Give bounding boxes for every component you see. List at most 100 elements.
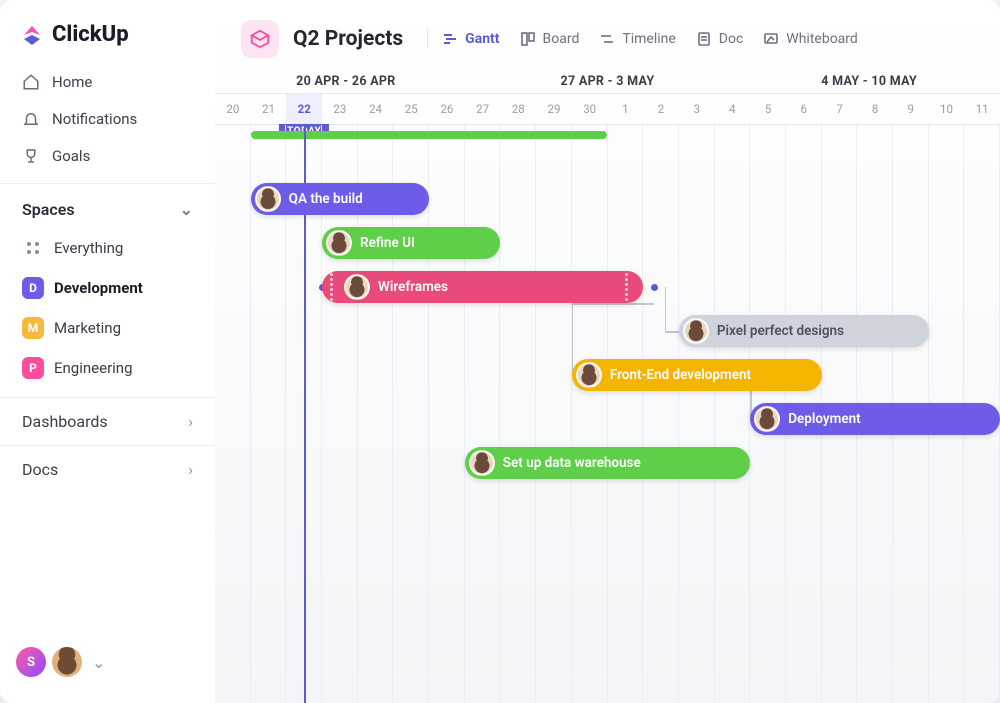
view-board[interactable]: Board <box>520 31 580 47</box>
chevron-right-icon: › <box>188 460 193 479</box>
drag-handle-icon[interactable] <box>621 273 631 301</box>
dependency-line <box>572 303 574 375</box>
day-cell[interactable]: 26 <box>429 94 465 124</box>
view-label: Whiteboard <box>786 31 858 47</box>
task-bar[interactable]: Front-End development <box>572 359 822 391</box>
task-bar[interactable]: Set up data warehouse <box>465 447 750 479</box>
brand-name: ClickUp <box>52 22 129 47</box>
spaces-list: Everything D Development M Marketing P E… <box>0 229 215 397</box>
view-label: Timeline <box>622 31 675 47</box>
task-label: Set up data warehouse <box>503 455 641 471</box>
range-label: 4 MAY - 10 MAY <box>738 74 1000 89</box>
day-cell[interactable]: 8 <box>857 94 893 124</box>
sidebar-section-label: Docs <box>22 460 58 479</box>
day-cell[interactable]: 3 <box>679 94 715 124</box>
divider <box>427 29 428 49</box>
day-cell[interactable]: 10 <box>929 94 965 124</box>
assignee-avatar <box>326 230 352 256</box>
chevron-down-icon[interactable]: ⌄ <box>92 653 105 672</box>
nav-label: Notifications <box>52 110 137 128</box>
space-engineering[interactable]: P Engineering <box>10 349 205 387</box>
drag-handle-icon[interactable] <box>326 273 336 301</box>
view-gantt[interactable]: Gantt <box>442 31 499 47</box>
assignee-avatar <box>469 450 495 476</box>
home-icon <box>22 73 40 91</box>
view-whiteboard[interactable]: Whiteboard <box>763 31 858 47</box>
nav-notifications[interactable]: Notifications <box>10 102 205 136</box>
task-label: Refine UI <box>360 235 415 251</box>
whiteboard-icon <box>763 31 779 47</box>
day-cell[interactable]: 6 <box>786 94 822 124</box>
day-cell[interactable]: 5 <box>750 94 786 124</box>
space-label: Engineering <box>54 359 133 377</box>
space-development[interactable]: D Development <box>10 269 205 307</box>
space-marketing[interactable]: M Marketing <box>10 309 205 347</box>
space-label: Development <box>54 279 143 297</box>
chevron-right-icon: › <box>188 412 193 431</box>
dependency-line <box>665 331 679 333</box>
day-cell[interactable]: 20 <box>215 94 251 124</box>
day-cell[interactable]: 7 <box>822 94 858 124</box>
spaces-header[interactable]: Spaces ⌄ <box>0 183 215 229</box>
day-cell[interactable]: 9 <box>893 94 929 124</box>
assignee-avatar <box>344 274 370 300</box>
task-bar[interactable]: Deployment <box>750 403 1000 435</box>
sidebar: ClickUp Home Notifications Goals Spaces … <box>0 0 215 703</box>
task-label: Wireframes <box>378 279 448 295</box>
range-label: 27 APR - 3 MAY <box>477 74 739 89</box>
space-everything[interactable]: Everything <box>10 229 205 267</box>
spaces-header-label: Spaces <box>22 200 75 219</box>
nav-list: Home Notifications Goals <box>0 65 215 173</box>
gantt-area[interactable]: QA the build Refine UI Wireframes Pixel per… <box>215 125 1000 703</box>
day-cell[interactable]: 1 <box>608 94 644 124</box>
sidebar-footer: S ⌄ <box>0 635 215 689</box>
sidebar-dashboards[interactable]: Dashboards › <box>0 397 215 445</box>
day-cell[interactable]: 11 <box>964 94 1000 124</box>
bell-icon <box>22 110 40 128</box>
task-bar[interactable]: Wireframes <box>322 271 643 303</box>
day-cell[interactable]: 22TODAY <box>286 94 322 124</box>
day-cell[interactable]: 29 <box>536 94 572 124</box>
nav-home[interactable]: Home <box>10 65 205 99</box>
calendar-header: 20 APR - 26 APR 27 APR - 3 MAY 4 MAY - 1… <box>215 68 1000 125</box>
day-cell[interactable]: 25 <box>393 94 429 124</box>
day-cell[interactable]: 2 <box>643 94 679 124</box>
project-icon <box>241 20 279 58</box>
brand: ClickUp <box>0 18 215 65</box>
project-title: Q2 Projects <box>293 27 403 51</box>
task-bar[interactable]: QA the build <box>251 183 429 215</box>
assignee-avatar <box>255 186 281 212</box>
app-shell: ClickUp Home Notifications Goals Spaces … <box>0 0 1000 703</box>
task-bar[interactable]: Refine UI <box>322 227 500 259</box>
doc-icon <box>696 31 712 47</box>
dependency-line <box>665 287 667 331</box>
topbar: Q2 Projects Gantt Board Timeline Doc <box>215 0 1000 68</box>
day-cell[interactable]: 4 <box>715 94 751 124</box>
day-cell[interactable]: 23 <box>322 94 358 124</box>
grid-dots-icon <box>22 237 44 259</box>
nav-goals[interactable]: Goals <box>10 139 205 173</box>
main-area: Q2 Projects Gantt Board Timeline Doc <box>215 0 1000 703</box>
assignee-avatar <box>754 406 780 432</box>
user-avatar-photo[interactable] <box>52 647 82 677</box>
range-label: 20 APR - 26 APR <box>215 74 477 89</box>
sidebar-docs[interactable]: Docs › <box>0 445 215 493</box>
day-cell[interactable]: 28 <box>500 94 536 124</box>
clickup-logo-icon <box>20 23 44 47</box>
day-cell[interactable]: 27 <box>465 94 501 124</box>
task-label: QA the build <box>289 191 363 207</box>
nav-label: Goals <box>52 147 90 165</box>
assignee-avatar <box>683 318 709 344</box>
user-avatar-initial[interactable]: S <box>16 647 46 677</box>
view-timeline[interactable]: Timeline <box>599 31 675 47</box>
day-cell[interactable]: 30 <box>572 94 608 124</box>
day-cell[interactable]: 21 <box>251 94 287 124</box>
space-label: Everything <box>54 239 123 257</box>
board-icon <box>520 31 536 47</box>
space-badge: P <box>22 357 44 379</box>
view-doc[interactable]: Doc <box>696 31 744 47</box>
view-label: Gantt <box>465 31 499 47</box>
task-bar[interactable]: Pixel perfect designs <box>679 315 929 347</box>
day-cell[interactable]: 24 <box>358 94 394 124</box>
space-badge: M <box>22 317 44 339</box>
